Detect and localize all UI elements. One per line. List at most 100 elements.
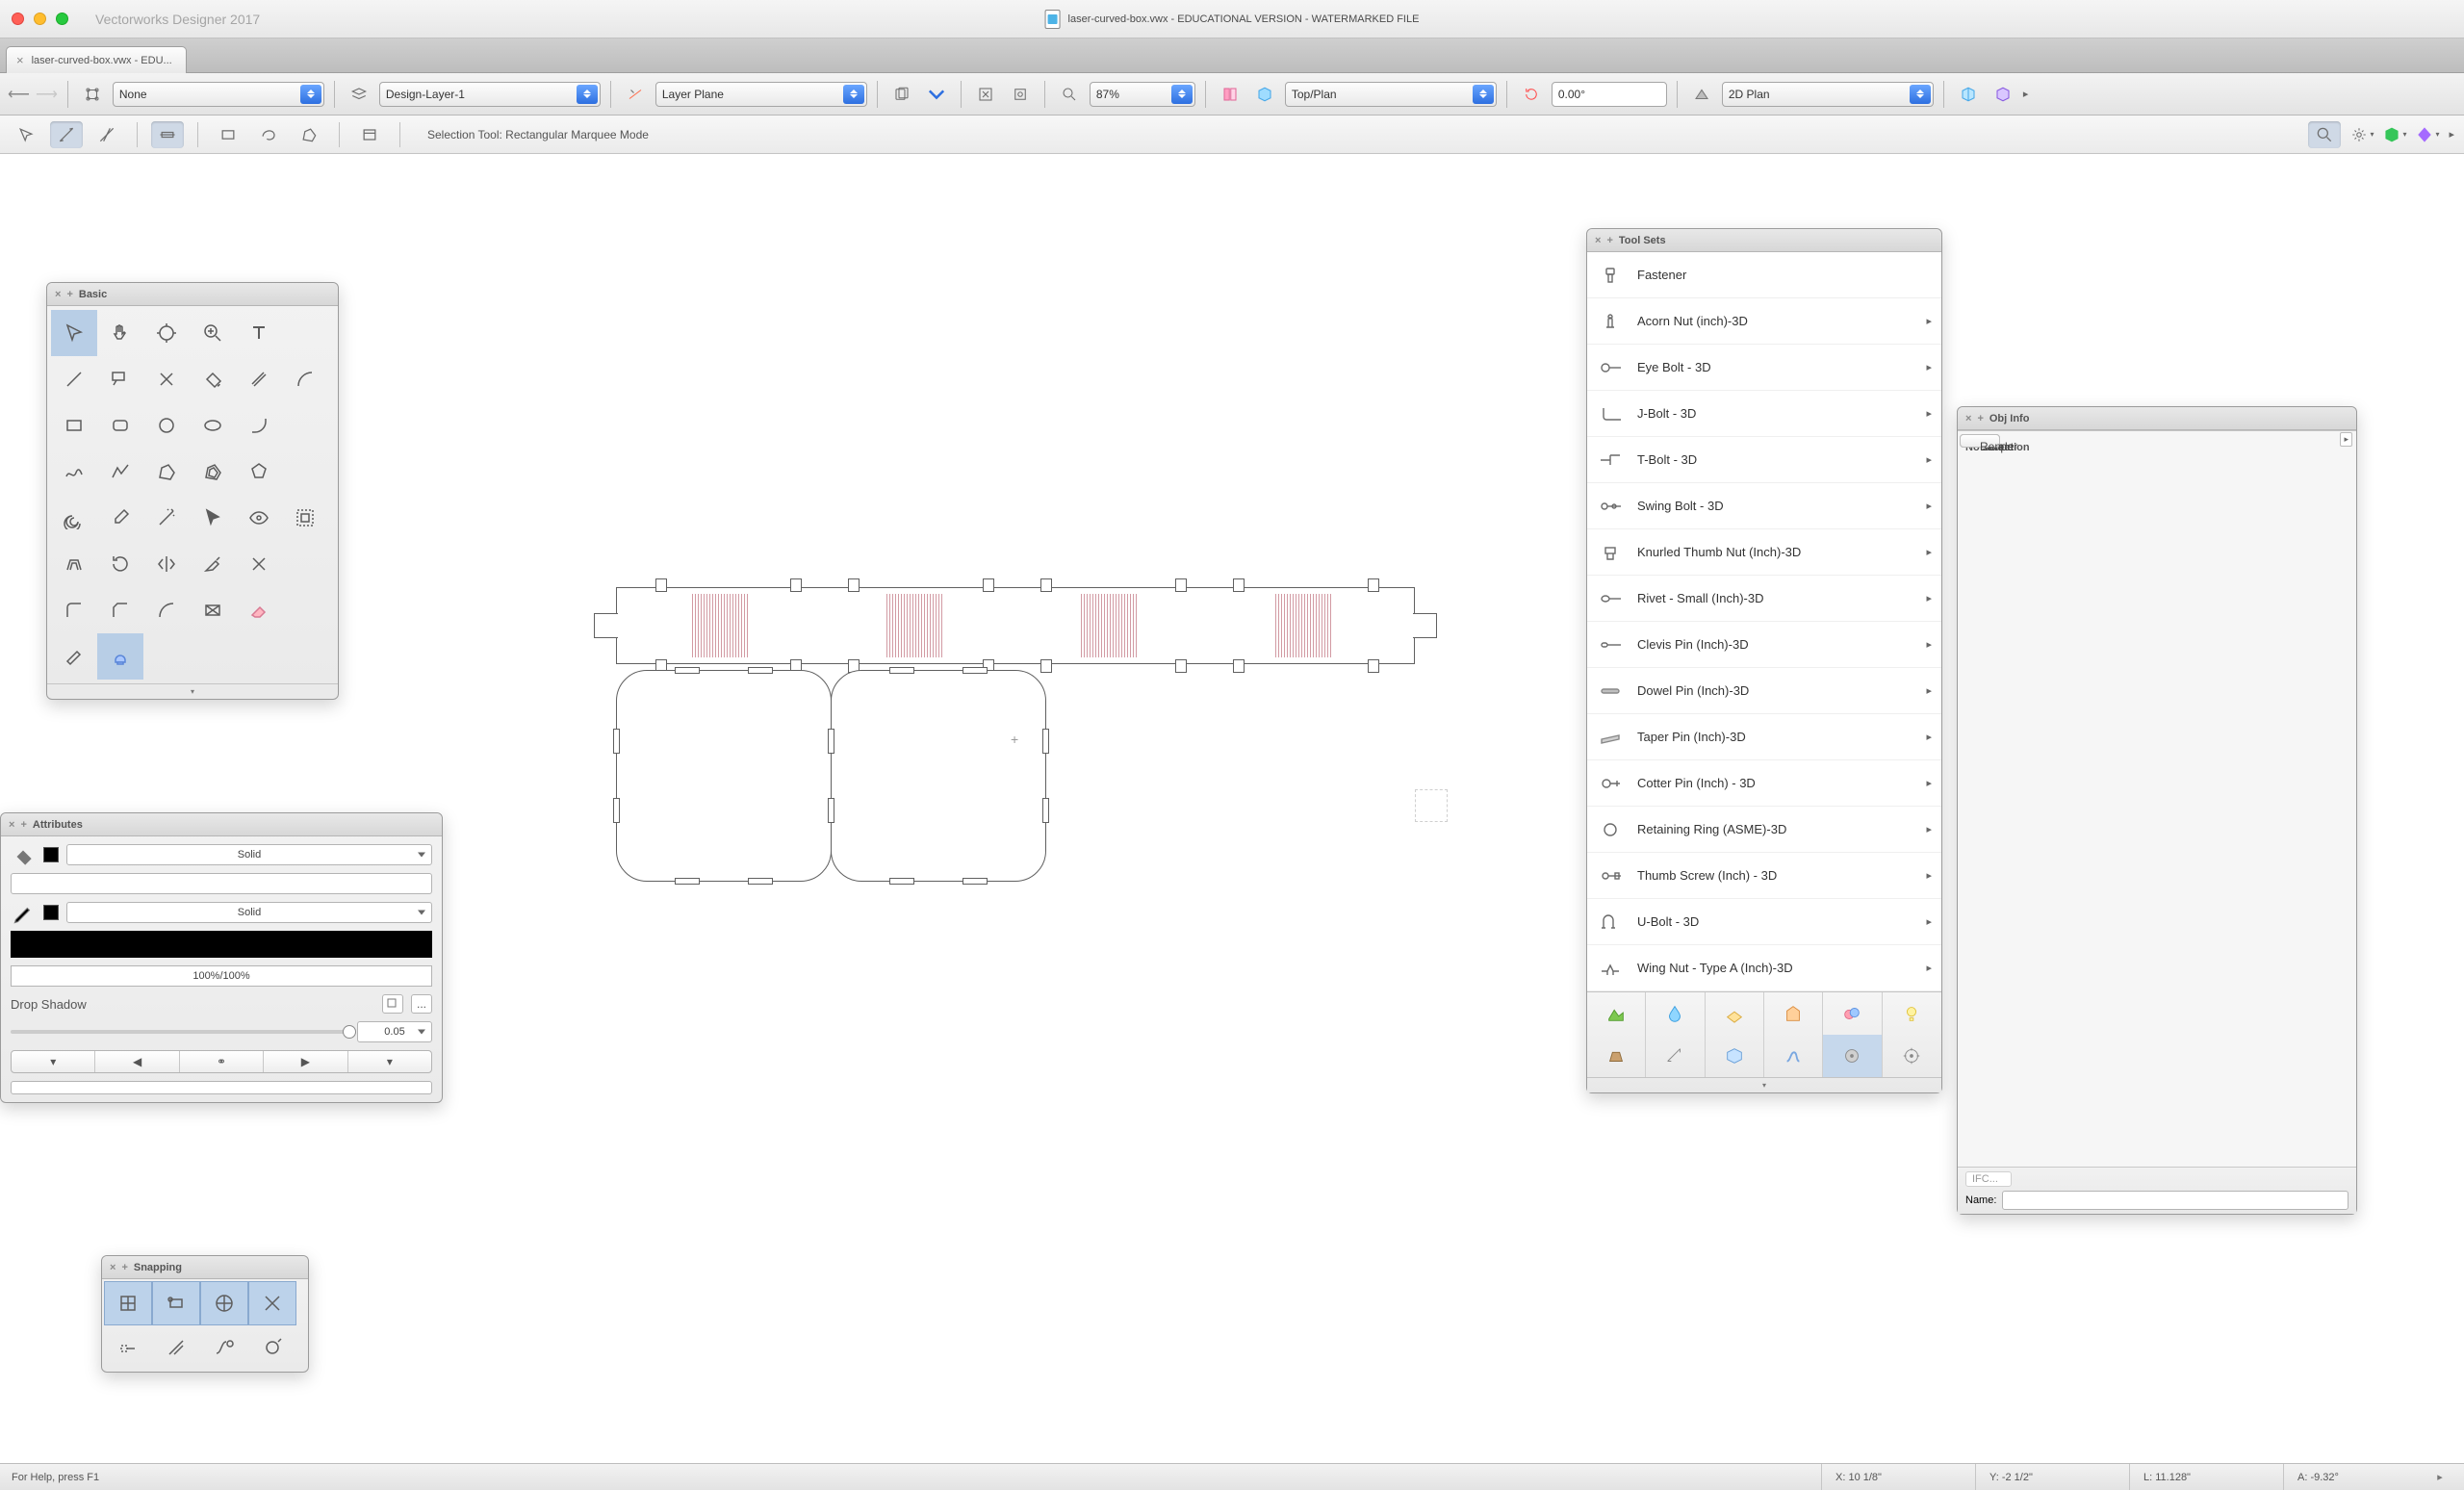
symbol-insertion-tool[interactable] [97,633,143,680]
toolset-item[interactable]: Retaining Ring (ASME)-3D [1587,807,1941,853]
unified-view-button[interactable] [1216,82,1245,107]
layer-select[interactable]: Design-Layer-1 [379,82,601,107]
attribute-mapping-tool[interactable] [190,587,236,633]
plane-select[interactable]: Layer Plane [655,82,867,107]
text-tool[interactable] [236,310,282,356]
close-window-button[interactable] [12,13,24,25]
pen-style-select[interactable]: Solid [66,902,432,923]
rotate-angle-field[interactable]: 0.00° [1552,82,1667,107]
fill-color-swatch[interactable] [43,847,59,862]
basic-tools-palette[interactable]: × + Basic [46,282,339,700]
class-select[interactable]: None [113,82,324,107]
line-weight-value[interactable]: 0.05 [357,1021,432,1042]
freehand-tool[interactable] [51,449,97,495]
rounded-rect-tool[interactable] [97,402,143,449]
selection-tool[interactable] [51,310,97,356]
paint-bucket-tool[interactable] [190,356,236,402]
snap-to-distance[interactable] [248,1325,296,1370]
mode-wall-insertion[interactable] [90,121,123,148]
layer-options-button[interactable] [345,82,373,107]
fill-preview[interactable] [11,873,432,894]
toolset-item[interactable]: Wing Nut - Type A (Inch)-3D [1587,945,1941,991]
palette-close-icon[interactable]: × [1595,235,1601,246]
toolbar-overflow-icon[interactable] [2023,88,2029,100]
status-overflow-icon[interactable]: ▸ [2427,1471,2452,1483]
fill-icon[interactable] [11,844,36,865]
toolset-item[interactable]: J-Bolt - 3D [1587,391,1941,437]
circle-tool[interactable] [143,402,190,449]
mode-align-button[interactable] [151,121,184,148]
quarter-arc-tool[interactable] [236,402,282,449]
plugin-box-icon[interactable] [2383,123,2406,146]
toolset-item[interactable]: Taper Pin (Inch)-3D [1587,714,1941,760]
mode-single-select[interactable] [10,121,42,148]
zoom-tool[interactable] [190,310,236,356]
rotate-tool[interactable] [97,541,143,587]
eyedropper-tool[interactable] [97,495,143,541]
clip-cube-button[interactable] [1954,82,1983,107]
modebar-overflow-icon[interactable] [2449,128,2454,141]
rotate-icon[interactable] [1517,82,1546,107]
render-mode-select[interactable]: 2D Plan [1722,82,1934,107]
close-tab-icon[interactable]: × [16,53,24,67]
quick-search-icon[interactable] [2308,121,2341,148]
pen-icon[interactable] [11,902,36,923]
document-tab[interactable]: × laser-curved-box.vwx - EDU... [6,46,187,73]
snap-to-edge[interactable] [152,1325,200,1370]
settings-gear-icon[interactable] [2350,123,2374,146]
fillet-tool[interactable] [51,587,97,633]
plane-icon[interactable] [621,82,650,107]
snap-to-intersection[interactable] [248,1281,296,1325]
zoom-select[interactable]: 87% [1090,82,1195,107]
marker-next-button[interactable]: ▶ [264,1051,347,1072]
marquee-polygon-button[interactable] [293,121,325,148]
marker-prev-button[interactable]: ◀ [95,1051,179,1072]
fit-page-button[interactable] [971,82,1000,107]
preferences-button[interactable] [353,121,386,148]
delete-tool[interactable] [143,356,190,402]
tape-measure-tool[interactable] [51,633,97,680]
zoom-window-button[interactable] [56,13,68,25]
mirror-tool[interactable] [143,541,190,587]
rectangle-tool[interactable] [51,402,97,449]
palette-collapse-icon[interactable]: + [121,1262,127,1273]
saved-views-dropdown[interactable] [922,82,951,107]
fastener-tools-icon[interactable] [1823,1035,1882,1077]
knife-tool[interactable] [190,541,236,587]
opacity-display[interactable]: 100%/100% [11,965,432,987]
start-marker-drop[interactable]: ▾ [12,1051,95,1072]
toolset-item[interactable]: Clevis Pin (Inch)-3D [1587,622,1941,668]
toolset-item[interactable]: Swing Bolt - 3D [1587,483,1941,529]
water-tools-icon[interactable] [1646,992,1705,1035]
building-tools-icon[interactable] [1764,992,1823,1035]
3d-modeling-icon[interactable] [1706,1035,1764,1077]
visibility-tool[interactable] [236,495,282,541]
plugin-diamond-icon[interactable] [2416,123,2439,146]
palette-resize-grip[interactable] [1587,1077,1941,1092]
split-tool[interactable] [236,541,282,587]
pan-tool[interactable] [97,310,143,356]
toolset-item[interactable]: Thumb Screw (Inch) - 3D [1587,853,1941,899]
marker-link-button[interactable]: ⚭ [180,1051,264,1072]
callout-tool[interactable] [97,356,143,402]
toolset-item[interactable]: Dowel Pin (Inch)-3D [1587,668,1941,714]
toolset-item[interactable]: Cotter Pin (Inch) - 3D [1587,760,1941,807]
saved-views-button[interactable] [887,82,916,107]
visualization-icon[interactable] [1823,992,1882,1035]
toolset-item[interactable]: Eye Bolt - 3D [1587,345,1941,391]
ellipse-tool[interactable] [190,402,236,449]
tool-sets-palette[interactable]: × + Tool Sets FastenerAcorn Nut (inch)-3… [1586,228,1942,1093]
toolset-item[interactable]: Rivet - Small (Inch)-3D [1587,576,1941,622]
furniture-tools-icon[interactable] [1587,1035,1646,1077]
objinfo-tab-render[interactable]: Render [1960,434,2000,448]
marquee-lasso-button[interactable] [252,121,285,148]
site-tools-icon[interactable] [1587,992,1646,1035]
class-options-button[interactable] [78,82,107,107]
clip-tool[interactable] [282,495,328,541]
toolset-item[interactable]: T-Bolt - 3D [1587,437,1941,483]
view-cube-button[interactable] [1250,82,1279,107]
nav-back-button[interactable]: ⟵ [8,85,30,104]
objinfo-name-input[interactable] [2002,1191,2348,1210]
zoom-icon[interactable] [1055,82,1084,107]
ifc-button[interactable]: IFC... [1965,1171,2012,1187]
